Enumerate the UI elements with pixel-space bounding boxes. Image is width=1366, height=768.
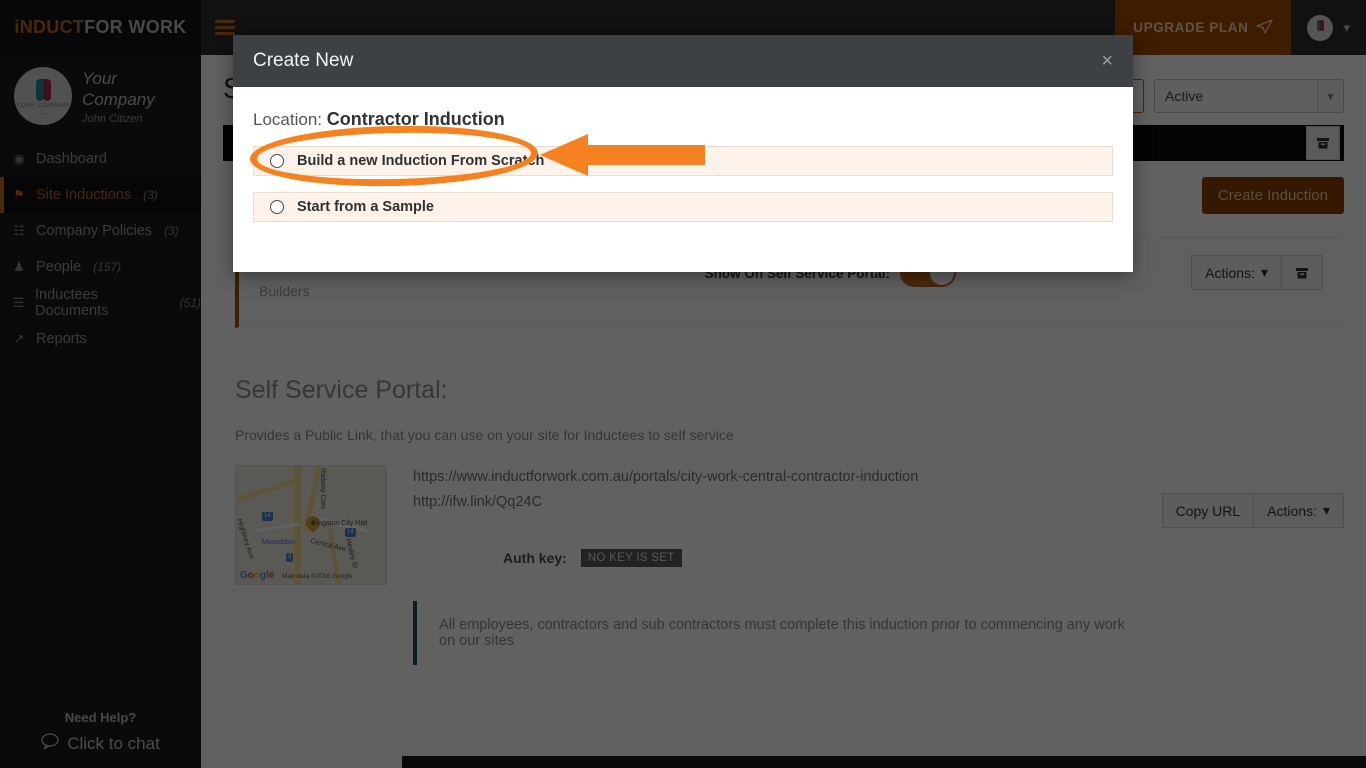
modal-location-line: Location: Contractor Induction xyxy=(253,109,1113,130)
modal-location-prefix: Location: xyxy=(253,110,322,129)
option-label: Build a new Induction From Scratch xyxy=(297,153,545,169)
option-build-from-scratch[interactable]: Build a new Induction From Scratch xyxy=(253,146,1113,176)
modal-title: Create New xyxy=(253,50,354,71)
app-root: iNDUCTFOR WORK YOUR COMPANY LOGO Your Co… xyxy=(0,0,1366,768)
modal-location-name: Contractor Induction xyxy=(326,109,505,129)
option-label: Start from a Sample xyxy=(297,199,434,215)
radio-icon[interactable] xyxy=(270,154,284,168)
close-icon[interactable]: × xyxy=(1101,51,1113,71)
radio-icon[interactable] xyxy=(270,200,284,214)
create-new-modal: Create New × Location: Contractor Induct… xyxy=(233,35,1133,272)
option-start-from-sample[interactable]: Start from a Sample xyxy=(253,192,1113,222)
modal-body: Location: Contractor Induction Build a n… xyxy=(233,87,1133,272)
modal-header: Create New × xyxy=(233,35,1133,87)
